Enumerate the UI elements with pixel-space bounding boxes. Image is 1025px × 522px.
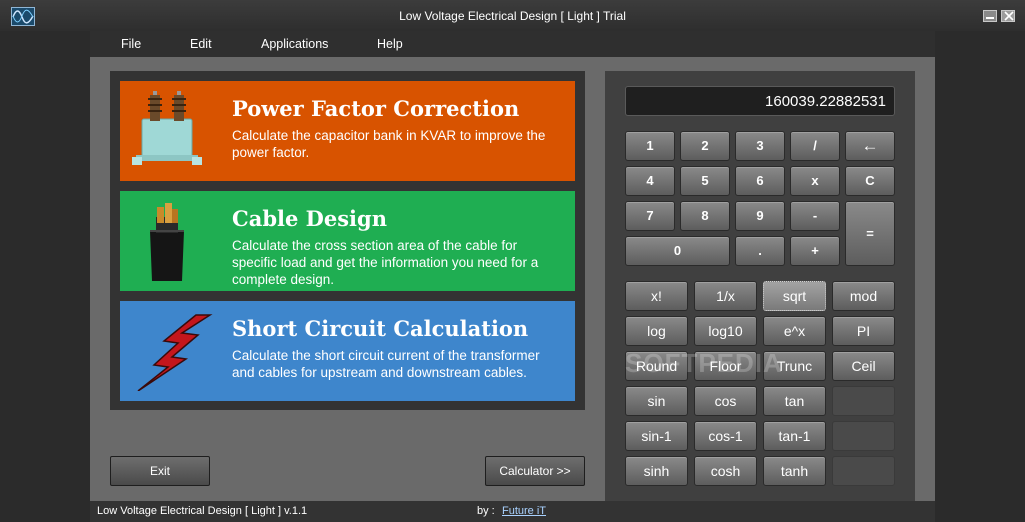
- key-tanh[interactable]: tanh: [763, 456, 826, 486]
- capacitor-icon: [132, 91, 202, 165]
- key-log[interactable]: log: [625, 316, 688, 346]
- window-title: Low Voltage Electrical Design [ Light ] …: [399, 9, 626, 23]
- key-equals[interactable]: =: [845, 201, 895, 266]
- key-backspace[interactable]: ←: [845, 131, 895, 161]
- key-2[interactable]: 2: [680, 131, 730, 161]
- close-icon: [1004, 11, 1014, 21]
- tile-title: Power Factor Correction: [232, 96, 520, 121]
- key-tan[interactable]: tan: [763, 386, 826, 416]
- key-reciprocal[interactable]: 1/x: [694, 281, 757, 311]
- calculator-panel: 160039.22882531 1 2 3 / ← 4 5 6 x C 7 8 …: [605, 71, 915, 501]
- key-cos[interactable]: cos: [694, 386, 757, 416]
- applications-panel: Power Factor Correction Calculate the ca…: [110, 71, 585, 410]
- key-7[interactable]: 7: [625, 201, 675, 231]
- tile-title: Short Circuit Calculation: [232, 316, 529, 341]
- status-bar: Low Voltage Electrical Design [ Light ] …: [90, 501, 935, 522]
- key-ceil[interactable]: Ceil: [832, 351, 895, 381]
- menu-edit[interactable]: Edit: [190, 37, 212, 51]
- exit-button[interactable]: Exit: [110, 456, 210, 486]
- main-area: Power Factor Correction Calculate the ca…: [90, 57, 935, 501]
- menu-help[interactable]: Help: [377, 37, 403, 51]
- key-exp[interactable]: e^x: [763, 316, 826, 346]
- key-sqrt[interactable]: sqrt: [763, 281, 826, 311]
- key-6[interactable]: 6: [735, 166, 785, 196]
- tile-description: Calculate the capacitor bank in KVAR to …: [232, 128, 546, 160]
- tile-description: Calculate the cross section area of the …: [232, 238, 539, 287]
- key-subtract[interactable]: -: [790, 201, 840, 231]
- watermark: SOFTPEDIA: [625, 348, 783, 378]
- key-blank: [832, 386, 895, 416]
- key-blank: [832, 456, 895, 486]
- key-pi[interactable]: PI: [832, 316, 895, 346]
- key-arctan[interactable]: tan-1: [763, 421, 826, 451]
- key-cosh[interactable]: cosh: [694, 456, 757, 486]
- title-bar: Low Voltage Electrical Design [ Light ] …: [0, 0, 1025, 31]
- status-by-label: by :: [477, 505, 495, 517]
- key-1[interactable]: 1: [625, 131, 675, 161]
- close-button[interactable]: [1001, 10, 1015, 22]
- key-log10[interactable]: log10: [694, 316, 757, 346]
- vendor-link[interactable]: Future iT: [502, 505, 546, 517]
- key-arccos[interactable]: cos-1: [694, 421, 757, 451]
- calculator-toggle-button[interactable]: Calculator >>: [485, 456, 585, 486]
- key-mod[interactable]: mod: [832, 281, 895, 311]
- key-3[interactable]: 3: [735, 131, 785, 161]
- key-arcsin[interactable]: sin-1: [625, 421, 688, 451]
- menu-file[interactable]: File: [121, 37, 141, 51]
- key-9[interactable]: 9: [735, 201, 785, 231]
- tile-cable-design[interactable]: Cable Design Calculate the cross section…: [120, 191, 575, 291]
- key-sinh[interactable]: sinh: [625, 456, 688, 486]
- key-4[interactable]: 4: [625, 166, 675, 196]
- tile-description: Calculate the short circuit current of t…: [232, 348, 540, 380]
- key-sin[interactable]: sin: [625, 386, 688, 416]
- minimize-button[interactable]: [983, 10, 997, 22]
- menu-bar: File Edit Applications Help: [90, 31, 935, 57]
- cable-icon: [150, 203, 184, 281]
- key-divide[interactable]: /: [790, 131, 840, 161]
- calculator-display: 160039.22882531: [625, 86, 895, 116]
- tile-power-factor-correction[interactable]: Power Factor Correction Calculate the ca…: [120, 81, 575, 181]
- key-factorial[interactable]: x!: [625, 281, 688, 311]
- key-multiply[interactable]: x: [790, 166, 840, 196]
- menu-applications[interactable]: Applications: [261, 37, 328, 51]
- key-decimal[interactable]: .: [735, 236, 785, 266]
- tile-short-circuit-calculation[interactable]: Short Circuit Calculation Calculate the …: [120, 301, 575, 401]
- key-0[interactable]: 0: [625, 236, 730, 266]
- key-5[interactable]: 5: [680, 166, 730, 196]
- key-8[interactable]: 8: [680, 201, 730, 231]
- status-app-version: Low Voltage Electrical Design [ Light ] …: [97, 505, 308, 517]
- key-blank: [832, 421, 895, 451]
- key-add[interactable]: +: [790, 236, 840, 266]
- lightning-bolt-icon: [137, 314, 213, 391]
- tile-title: Cable Design: [232, 206, 387, 231]
- key-clear[interactable]: C: [845, 166, 895, 196]
